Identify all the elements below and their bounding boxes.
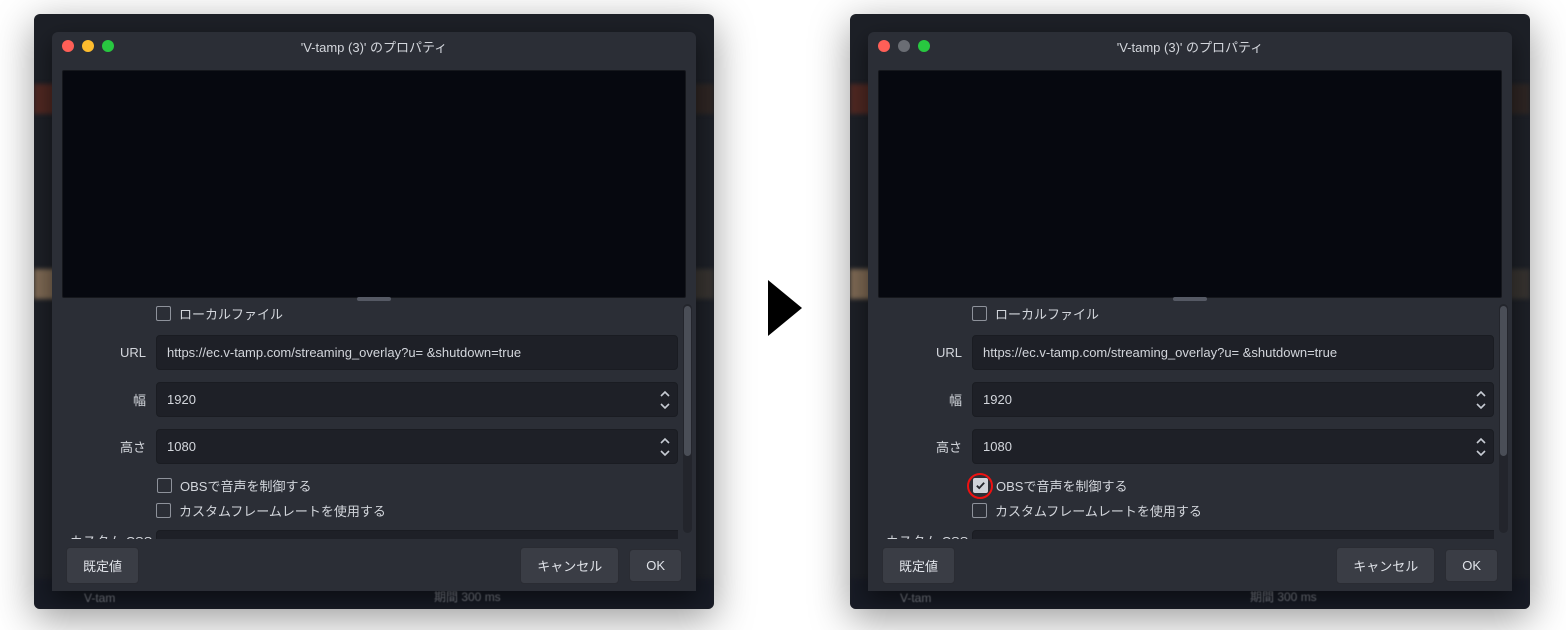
window-controls <box>878 40 930 52</box>
minimize-icon[interactable] <box>898 40 910 52</box>
scrollbar[interactable] <box>683 304 692 533</box>
chevron-down-icon[interactable] <box>1472 448 1490 458</box>
chevron-down-icon[interactable] <box>1472 401 1490 411</box>
local-file-label: ローカルファイル <box>995 304 1099 323</box>
defaults-button[interactable]: 既定値 <box>66 547 139 584</box>
height-label: 高さ <box>886 437 972 456</box>
chevron-up-icon[interactable] <box>656 389 674 399</box>
properties-dialog: 'V-tamp (3)' のプロパティ ローカルファイル URL https:/… <box>868 32 1512 591</box>
bottom-hint-source: V-tam <box>84 591 115 605</box>
scrollbar-thumb[interactable] <box>684 306 691 456</box>
height-input[interactable]: 1080 <box>972 429 1494 464</box>
highlight-ring-icon <box>967 473 993 499</box>
close-icon[interactable] <box>62 40 74 52</box>
cancel-button[interactable]: キャンセル <box>1336 547 1435 584</box>
properties-dialog: 'V-tamp (3)' のプロパティ ローカルファイル URL <box>52 32 696 591</box>
ok-button[interactable]: OK <box>629 549 682 582</box>
arrow-right-icon <box>768 280 802 336</box>
width-label: 幅 <box>886 390 972 409</box>
custom-css-label: カスタム CSS <box>70 531 156 540</box>
chevron-up-icon[interactable] <box>656 436 674 446</box>
minimize-icon[interactable] <box>82 40 94 52</box>
custom-fps-label: カスタムフレームレートを使用する <box>995 501 1202 520</box>
local-file-toggle[interactable]: ローカルファイル <box>972 304 1494 323</box>
checkbox-wrap <box>151 473 177 499</box>
height-label: 高さ <box>70 437 156 456</box>
window-controls <box>62 40 114 52</box>
checkbox-icon <box>973 478 988 493</box>
chevron-up-icon[interactable] <box>1472 436 1490 446</box>
source-preview <box>62 70 686 298</box>
close-icon[interactable] <box>878 40 890 52</box>
defaults-button[interactable]: 既定値 <box>882 547 955 584</box>
width-label: 幅 <box>70 390 156 409</box>
window-title: 'V-tamp (3)' のプロパティ <box>301 37 447 56</box>
titlebar: 'V-tamp (3)' のプロパティ <box>52 32 696 60</box>
dialog-footer: 既定値 キャンセル OK <box>868 539 1512 591</box>
titlebar: 'V-tamp (3)' のプロパティ <box>868 32 1512 60</box>
chevron-down-icon[interactable] <box>656 448 674 458</box>
url-input[interactable]: https://ec.v-tamp.com/streaming_overlay?… <box>156 335 678 370</box>
window-title: 'V-tamp (3)' のプロパティ <box>1117 37 1263 56</box>
control-audio-toggle[interactable]: OBSで音声を制御する <box>972 476 1494 495</box>
url-label: URL <box>70 345 156 360</box>
width-stepper[interactable] <box>656 385 674 414</box>
checkbox-icon <box>972 503 987 518</box>
custom-fps-label: カスタムフレームレートを使用する <box>179 501 386 520</box>
ok-button[interactable]: OK <box>1445 549 1498 582</box>
local-file-toggle[interactable]: ローカルファイル <box>156 304 678 323</box>
chevron-up-icon[interactable] <box>1472 389 1490 399</box>
before-panel: V-tam 期間 300 ms 'V-tamp (3)' のプロパティ ローカ <box>34 14 714 609</box>
checkbox-icon <box>972 306 987 321</box>
control-audio-toggle[interactable]: OBSで音声を制御する <box>156 476 678 495</box>
maximize-icon[interactable] <box>918 40 930 52</box>
scrollbar[interactable] <box>1499 304 1508 533</box>
width-input[interactable]: 1920 <box>972 382 1494 417</box>
after-panel: V-tam 期間 300 ms 'V-tamp (3)' のプロパティ ローカル… <box>850 14 1530 609</box>
checkbox-icon <box>157 478 172 493</box>
custom-fps-toggle[interactable]: カスタムフレームレートを使用する <box>156 501 678 520</box>
checkbox-icon <box>156 503 171 518</box>
width-stepper[interactable] <box>1472 385 1490 414</box>
maximize-icon[interactable] <box>102 40 114 52</box>
source-preview <box>878 70 1502 298</box>
scrollbar-thumb[interactable] <box>1500 306 1507 456</box>
dialog-footer: 既定値 キャンセル OK <box>52 539 696 591</box>
custom-fps-toggle[interactable]: カスタムフレームレートを使用する <box>972 501 1494 520</box>
cancel-button[interactable]: キャンセル <box>520 547 619 584</box>
local-file-label: ローカルファイル <box>179 304 283 323</box>
height-stepper[interactable] <box>656 432 674 461</box>
chevron-down-icon[interactable] <box>656 401 674 411</box>
custom-css-input[interactable]: body { background-color: rgba(0, 0, 0, 0… <box>972 530 1494 539</box>
width-input[interactable]: 1920 <box>156 382 678 417</box>
url-label: URL <box>886 345 972 360</box>
custom-css-input[interactable]: body { background-color: rgba(0, 0, 0, 0… <box>156 530 678 539</box>
control-audio-label: OBSで音声を制御する <box>180 476 311 495</box>
height-input[interactable]: 1080 <box>156 429 678 464</box>
checkbox-icon <box>156 306 171 321</box>
height-stepper[interactable] <box>1472 432 1490 461</box>
url-input[interactable]: https://ec.v-tamp.com/streaming_overlay?… <box>972 335 1494 370</box>
bottom-hint-source: V-tam <box>900 591 931 605</box>
custom-css-label: カスタム CSS <box>886 531 972 540</box>
control-audio-label: OBSで音声を制御する <box>996 476 1127 495</box>
